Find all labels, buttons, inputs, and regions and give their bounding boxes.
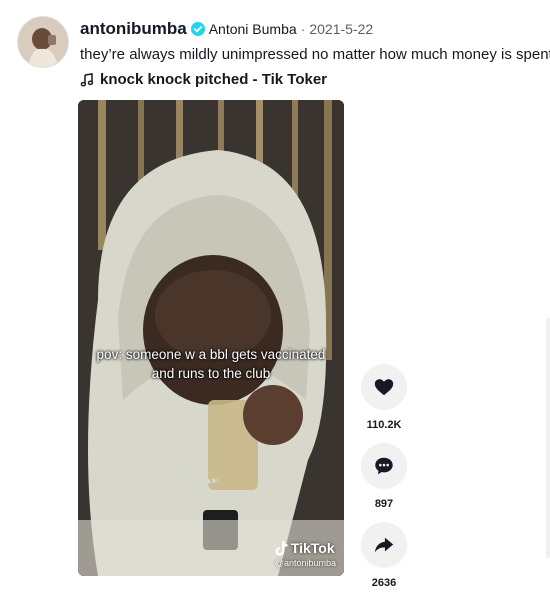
video-caption: pov: someone w a bbl gets vaccinated and…	[96, 347, 326, 381]
music-link[interactable]: knock knock pitched - Tik Toker	[80, 71, 544, 88]
tiktok-watermark: TikTok @antonibumba	[275, 540, 336, 568]
verified-badge-icon	[190, 22, 205, 36]
scroll-edge	[546, 318, 550, 558]
avatar[interactable]	[17, 16, 69, 68]
watermark-handle: @antonibumba	[274, 558, 336, 568]
tiktok-logo-icon	[275, 540, 288, 555]
author-nickname[interactable]: Antoni Bumba	[209, 21, 297, 37]
heart-icon	[374, 379, 394, 396]
action-bar: 110.2K 897 2636	[360, 364, 408, 601]
share-icon	[374, 537, 394, 553]
avatar-image	[18, 17, 68, 67]
comment-action: 897	[360, 443, 408, 512]
music-title: knock knock pitched - Tik Toker	[100, 71, 328, 88]
watermark-brand: TikTok	[290, 540, 335, 556]
post-header: antonibumba Antoni Bumba · 2021-5-22 the…	[80, 18, 550, 88]
comment-icon	[375, 457, 393, 475]
share-action: 2636	[360, 522, 408, 591]
author-username[interactable]: antonibumba	[80, 19, 187, 39]
post-description: they’re always mildly unimpressed no mat…	[80, 46, 550, 63]
post-date: 2021-5-22	[309, 21, 374, 37]
separator-dot: ·	[300, 21, 306, 37]
author-line: antonibumba Antoni Bumba · 2021-5-22	[80, 18, 544, 40]
music-note-icon	[80, 72, 94, 86]
like-action: 110.2K	[360, 364, 408, 433]
share-button[interactable]	[361, 522, 407, 568]
video-player[interactable]: pov: someone w a bbl gets vaccinated and…	[78, 100, 344, 576]
like-count: 110.2K	[366, 419, 402, 431]
comment-count: 897	[374, 498, 394, 510]
comment-button[interactable]	[361, 443, 407, 489]
like-button[interactable]	[361, 364, 407, 410]
video-frame	[78, 100, 344, 576]
share-count: 2636	[371, 577, 397, 589]
